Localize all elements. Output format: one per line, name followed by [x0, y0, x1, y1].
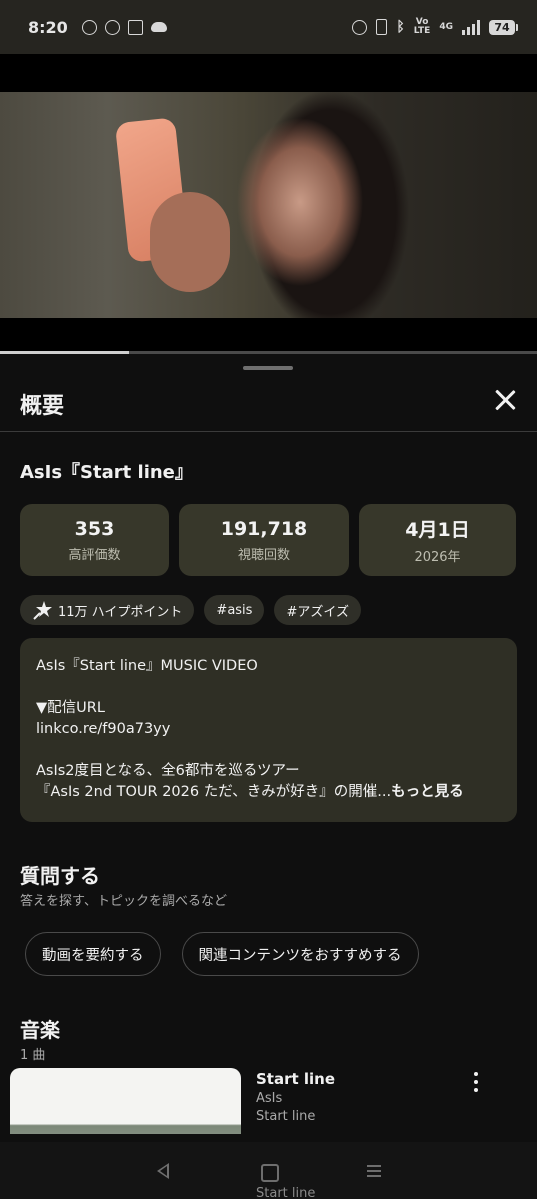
track-peek-text: Start line [256, 1186, 316, 1199]
stat-likes: 353 高評価数 [20, 504, 169, 576]
video-content-hand [150, 192, 230, 292]
hype-chip[interactable]: 11万 ハイプポイント [20, 595, 195, 625]
hype-icon [32, 599, 54, 621]
back-icon[interactable] [151, 1159, 175, 1183]
status-bar: 8:20 ᛒ Vo LTE 4G 74 [0, 0, 537, 54]
description-link[interactable]: linkco.re/f90a73yy [36, 719, 501, 740]
hashtag-chip[interactable]: #アズイズ [274, 595, 361, 625]
stat-views: 191,718 視聴回数 [179, 504, 349, 576]
stat-value: 191,718 [220, 517, 308, 540]
stat-label: 高評価数 [68, 547, 121, 563]
description-line-last: 『AsIs 2nd TOUR 2026 ただ、きみが好き』の開催...もっと見る [36, 782, 501, 803]
line-icon [81, 19, 97, 35]
show-more-link[interactable]: もっと見る [391, 784, 464, 800]
track-thumbnail[interactable] [10, 1068, 241, 1134]
music-count: 1 曲 [20, 1048, 46, 1063]
hype-label: 11万 ハイプポイント [58, 604, 183, 620]
ask-section-title: 質問する [20, 864, 100, 888]
openai-icon [104, 19, 120, 35]
description-box[interactable]: AsIs『Start line』MUSIC VIDEO ▼配信URL linkc… [20, 638, 517, 822]
battery-level: 74 [494, 20, 510, 34]
video-frame[interactable] [0, 92, 537, 318]
description-line: AsIs『Start line』MUSIC VIDEO [36, 658, 258, 674]
lte-label: LTE [413, 26, 431, 36]
notification-icons [81, 19, 167, 35]
video-title: AsIs『Start line』 [20, 462, 193, 483]
stat-value: 353 [74, 517, 115, 540]
video-player[interactable] [0, 54, 537, 354]
home-icon[interactable] [256, 1159, 280, 1183]
ask-buttons: 動画を要約する 関連コンテンツをおすすめする [25, 932, 419, 976]
track-name[interactable]: Start line [256, 1070, 335, 1088]
close-icon[interactable] [491, 386, 519, 414]
description-line: ▼配信URL [36, 700, 105, 716]
signal-icon [462, 19, 480, 35]
sheet-drag-handle[interactable] [243, 366, 293, 370]
stats-row: 353 高評価数 191,718 視聴回数 4月1日 2026年 [20, 504, 516, 576]
status-time: 8:20 [28, 17, 68, 37]
recents-icon[interactable] [362, 1159, 386, 1183]
stat-date: 4月1日 2026年 [359, 504, 516, 576]
bluetooth-icon: ᛒ [396, 18, 405, 35]
track-artist: AsIs [256, 1091, 283, 1106]
cloud-icon [150, 22, 167, 32]
vibrate-icon [376, 19, 388, 35]
description-line: AsIs2度目となる、全6都市を巡るツアー [36, 763, 300, 779]
tag-chips: 11万 ハイプポイント #asis #アズイズ [20, 595, 361, 625]
stat-label: 2026年 [414, 550, 461, 565]
music-section-title: 音楽 [20, 1018, 60, 1042]
sheet-header: 概要 [0, 384, 537, 432]
system-icons: ᛒ Vo LTE 4G 74 [352, 18, 518, 36]
summarize-video-button[interactable]: 動画を要約する [25, 932, 161, 976]
gmail-icon [127, 19, 143, 35]
network-label: 4G [439, 21, 453, 32]
alarm-icon [352, 19, 368, 35]
ask-section-subtitle: 答えを探す、トピックを調べるなど [20, 894, 227, 909]
description-line-text: 『AsIs 2nd TOUR 2026 ただ、きみが好き』の開催... [36, 784, 392, 800]
hashtag-chip[interactable]: #asis [204, 595, 265, 625]
volte-icon: Vo LTE [414, 18, 431, 36]
stat-value: 4月1日 [405, 519, 470, 541]
description-sheet: 概要 AsIs『Start line』 353 高評価数 191,718 視聴回… [0, 354, 537, 1134]
4g-signal-icon: 4G [439, 21, 453, 32]
more-options-icon[interactable] [470, 1072, 482, 1092]
recommend-related-button[interactable]: 関連コンテンツをおすすめする [181, 932, 419, 976]
battery-icon: 74 [489, 19, 518, 35]
track-album: Start line [256, 1109, 316, 1124]
stat-label: 視聴回数 [237, 547, 290, 563]
sheet-title: 概要 [20, 394, 65, 419]
